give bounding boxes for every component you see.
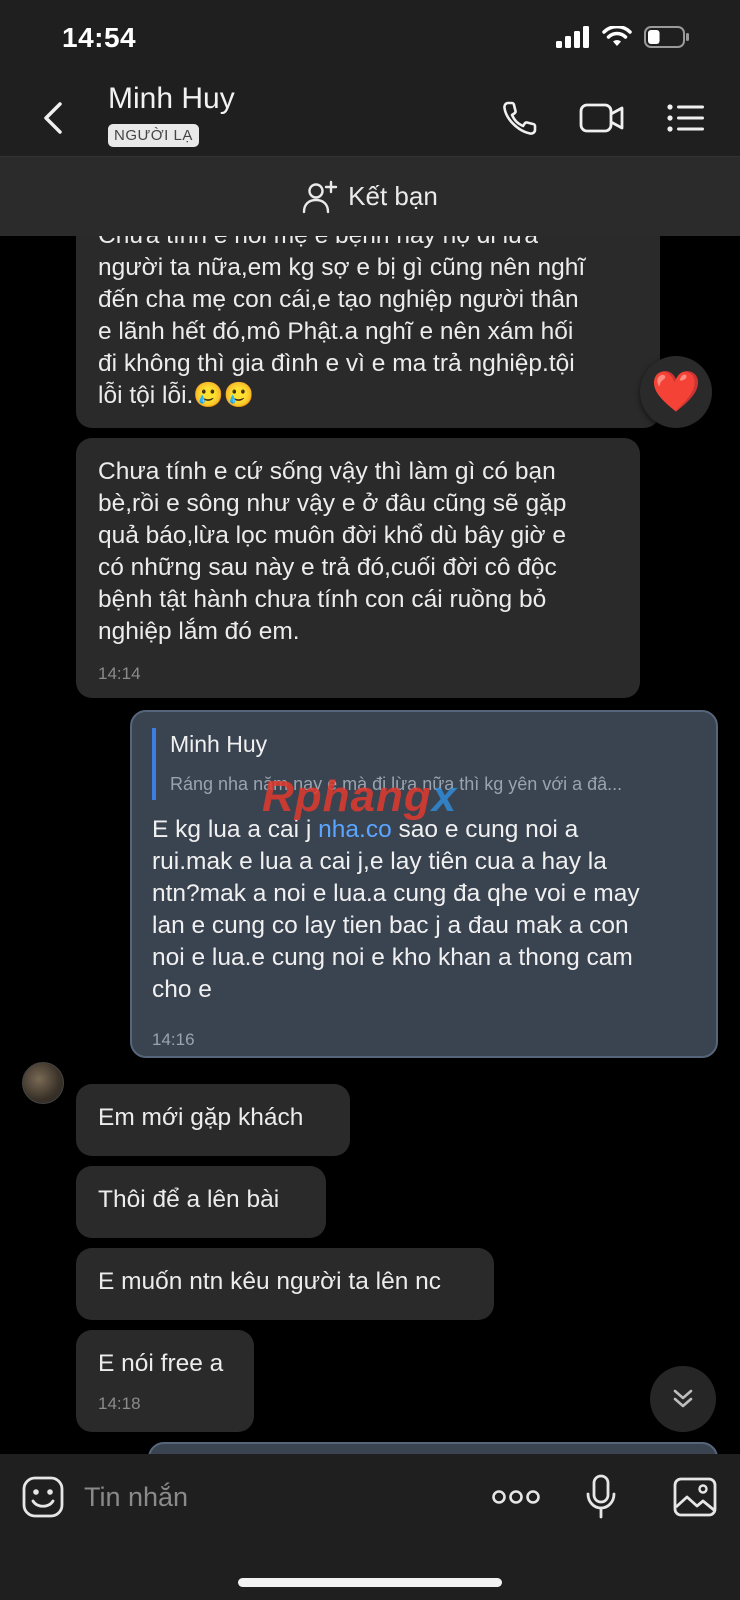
message-text: Chưa tính e nói mẹ e bệnh hay họ đi lừa …: [98, 236, 586, 409]
image-button[interactable]: [670, 1472, 720, 1522]
mic-button[interactable]: [576, 1472, 626, 1522]
sent-reply-bubble[interactable]: Minh Huy Ráng nha năm nay e mà đi lừa nữ…: [130, 710, 718, 1058]
message-bubble[interactable]: Em mới gặp khách: [76, 1084, 350, 1156]
sticker-icon: [22, 1476, 64, 1518]
chat-area[interactable]: Chưa tính e nói mẹ e bệnh hay họ đi lừa …: [0, 236, 740, 1454]
message-bubble[interactable]: Chưa tính e nói mẹ e bệnh hay họ đi lừa …: [76, 236, 660, 428]
status-icons: [556, 26, 690, 48]
message-text-part: sao e cung noi a rui.mak e lua a cai j,e…: [152, 816, 640, 1003]
message-time: 14:16: [152, 1030, 195, 1049]
video-call-button[interactable]: [578, 94, 626, 142]
menu-icon: [667, 104, 704, 132]
message-text: Chưa tính e cứ sống vậy thì làm gì có bạ…: [98, 458, 567, 645]
watermark-accent: x: [431, 772, 458, 821]
back-button[interactable]: [34, 98, 74, 138]
add-friend-label: Kết bạn: [348, 181, 438, 211]
video-icon: [579, 103, 624, 133]
menu-button[interactable]: [662, 94, 710, 142]
message-text: E muốn ntn kêu người ta lên nc: [98, 1268, 441, 1295]
home-indicator: [238, 1578, 502, 1587]
message-bubble[interactable]: Chưa tính e cứ sống vậy thì làm gì có bạ…: [76, 438, 640, 698]
message-input[interactable]: Tin nhắn: [84, 1482, 188, 1513]
sent-bubble-partial[interactable]: [148, 1442, 718, 1454]
battery-icon: [644, 26, 689, 48]
reaction-badge[interactable]: ❤️: [640, 356, 712, 428]
message-bubble[interactable]: E nói free a 14:18: [76, 1330, 254, 1432]
message-time: 14:14: [98, 664, 141, 683]
message-bubble[interactable]: Thôi để a lên bài: [76, 1166, 326, 1238]
status-time: 14:54: [62, 22, 137, 53]
contact-name[interactable]: Minh Huy: [108, 82, 235, 116]
add-friend-icon: [302, 180, 338, 213]
wifi-icon: [602, 26, 632, 46]
message-time: 14:18: [98, 1394, 141, 1413]
signal-icon: [556, 26, 589, 48]
stranger-badge: NGƯỜI LẠ: [108, 124, 199, 147]
scroll-down-button[interactable]: [650, 1366, 716, 1432]
heart-icon: ❤️: [651, 370, 701, 414]
message-text: Em mới gặp khách: [98, 1104, 304, 1131]
avatar[interactable]: [22, 1062, 64, 1104]
status-bar: 14:54: [0, 0, 740, 80]
message-bubble[interactable]: E muốn ntn kêu người ta lên nc: [76, 1248, 494, 1320]
phone-icon: [503, 101, 537, 135]
more-button[interactable]: [488, 1472, 544, 1522]
watermark: Rphangx: [262, 772, 457, 822]
chevron-double-down-icon: [673, 1389, 693, 1408]
call-button[interactable]: [496, 94, 544, 142]
image-icon: [673, 1477, 717, 1517]
back-icon: [44, 102, 62, 134]
chat-header: Minh Huy NGƯỜI LẠ: [0, 80, 740, 156]
more-icon: [492, 1490, 540, 1504]
mic-icon: [586, 1474, 616, 1519]
message-text: E nói free a: [98, 1350, 224, 1377]
add-friend-bar[interactable]: Kết bạn: [0, 156, 740, 236]
message-text: Thôi để a lên bài: [98, 1186, 280, 1213]
quote-author: Minh Huy: [170, 731, 268, 757]
message-input-bar: Tin nhắn: [0, 1454, 740, 1600]
sticker-button[interactable]: [18, 1472, 68, 1522]
message-text: E kg lua a cai j nha.co sao e cung noi a…: [152, 814, 696, 1006]
watermark-main: Rphang: [262, 772, 432, 821]
